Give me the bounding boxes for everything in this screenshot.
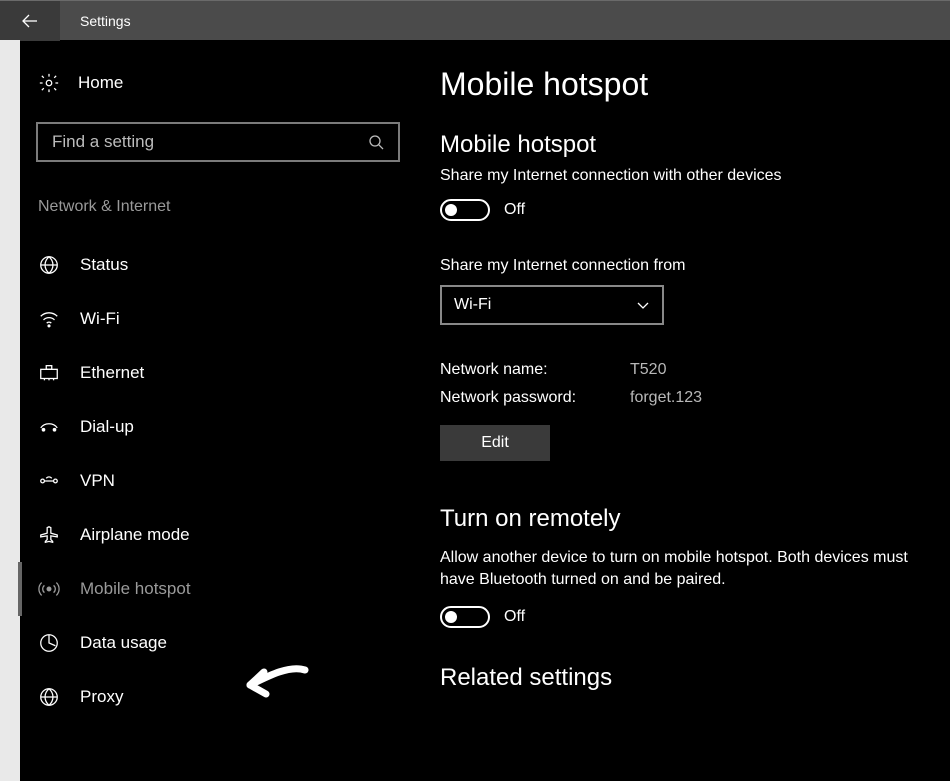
hotspot-toggle[interactable] — [440, 199, 490, 221]
home-link[interactable]: Home — [36, 66, 400, 100]
network-password-label: Network password: — [440, 389, 630, 407]
network-name-value: T520 — [630, 361, 666, 379]
remote-heading: Turn on remotely — [440, 505, 940, 533]
network-password-value: forget.123 — [630, 389, 702, 407]
category-label: Network & Internet — [36, 198, 400, 216]
sidebar-item-vpn[interactable]: VPN — [36, 454, 400, 508]
hotspot-toggle-state: Off — [504, 201, 525, 219]
sidebar: Home Network & Internet Status Wi-Fi Ether… — [20, 40, 420, 781]
titlebar: Settings — [0, 0, 950, 40]
sidebar-item-mobile-hotspot[interactable]: Mobile hotspot — [18, 562, 400, 616]
sidebar-item-label: VPN — [80, 471, 115, 491]
page-title: Mobile hotspot — [440, 66, 940, 103]
gear-icon — [38, 72, 60, 94]
back-button[interactable] — [0, 1, 60, 41]
remote-desc: Allow another device to turn on mobile h… — [440, 547, 940, 592]
network-icon — [38, 254, 60, 276]
sidebar-item-label: Ethernet — [80, 363, 144, 383]
proxy-icon — [38, 686, 60, 708]
chevron-down-icon — [636, 298, 650, 312]
search-input[interactable] — [52, 132, 352, 152]
sidebar-item-wi-fi[interactable]: Wi-Fi — [36, 292, 400, 346]
vpn-icon — [38, 470, 60, 492]
related-heading: Related settings — [440, 664, 940, 692]
edit-button[interactable]: Edit — [440, 425, 550, 461]
background-strip — [0, 40, 20, 781]
sidebar-item-label: Status — [80, 255, 128, 275]
search-box[interactable] — [36, 122, 400, 162]
wifi-icon — [38, 308, 60, 330]
sidebar-item-label: Proxy — [80, 687, 123, 707]
search-icon — [368, 134, 384, 150]
ethernet-icon — [38, 362, 60, 384]
home-label: Home — [78, 73, 123, 93]
hotspot-icon — [38, 578, 60, 600]
sidebar-item-ethernet[interactable]: Ethernet — [36, 346, 400, 400]
network-name-label: Network name: — [440, 361, 630, 379]
sidebar-item-label: Data usage — [80, 633, 167, 653]
dialup-icon — [38, 416, 60, 438]
window-title: Settings — [80, 13, 131, 29]
sidebar-item-label: Mobile hotspot — [80, 579, 191, 599]
sidebar-item-airplane-mode[interactable]: Airplane mode — [36, 508, 400, 562]
share-from-label: Share my Internet connection from — [440, 257, 940, 275]
sidebar-item-label: Airplane mode — [80, 525, 190, 545]
share-from-value: Wi-Fi — [454, 296, 491, 314]
main-content: Mobile hotspot Mobile hotspot Share my I… — [420, 40, 950, 781]
sidebar-item-label: Wi-Fi — [80, 309, 120, 329]
data-usage-icon — [38, 632, 60, 654]
sidebar-item-dial-up[interactable]: Dial-up — [36, 400, 400, 454]
hotspot-desc: Share my Internet connection with other … — [440, 167, 940, 185]
sidebar-item-proxy[interactable]: Proxy — [36, 670, 400, 724]
share-from-dropdown[interactable]: Wi-Fi — [440, 285, 664, 325]
sidebar-item-data-usage[interactable]: Data usage — [36, 616, 400, 670]
back-arrow-icon — [20, 11, 40, 31]
sidebar-item-status[interactable]: Status — [36, 238, 400, 292]
sidebar-item-label: Dial-up — [80, 417, 134, 437]
airplane-icon — [38, 524, 60, 546]
remote-toggle[interactable] — [440, 606, 490, 628]
remote-toggle-state: Off — [504, 608, 525, 626]
hotspot-heading: Mobile hotspot — [440, 131, 940, 159]
